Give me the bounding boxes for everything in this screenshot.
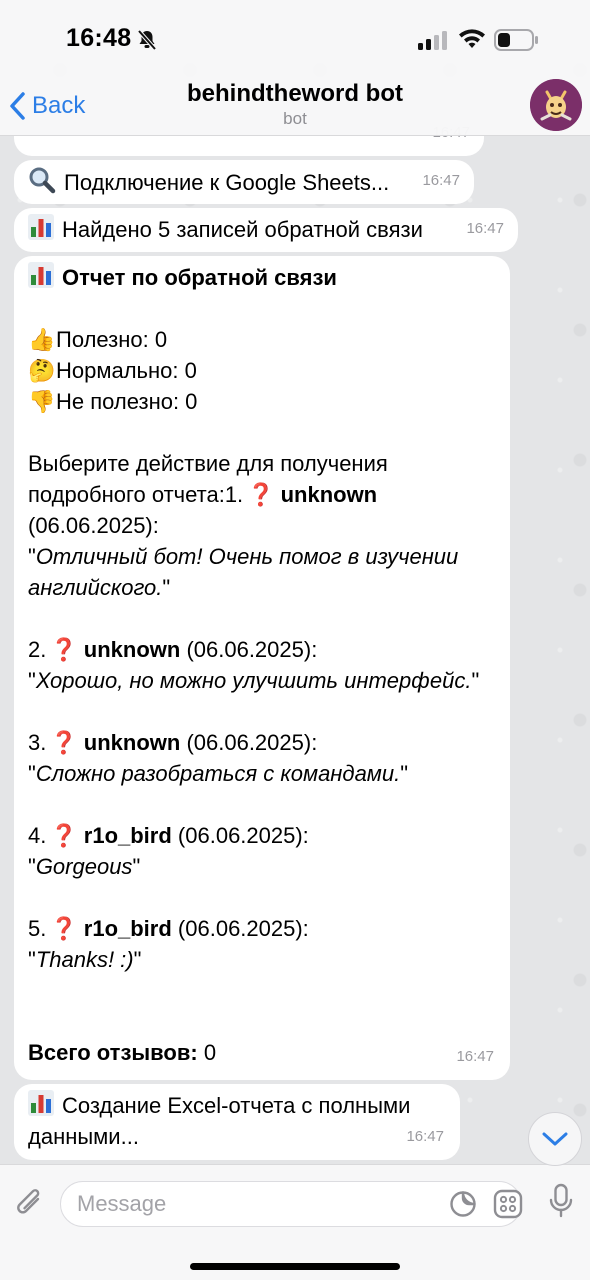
message-text-cont: данными... xyxy=(28,1124,139,1149)
message-text: Создание Excel-отчета с полными xyxy=(62,1093,411,1118)
microphone-icon[interactable] xyxy=(548,1183,574,1221)
thumbs-up-icon: 👍 xyxy=(28,327,56,352)
status-time: 16:48 xyxy=(66,24,132,52)
entry-4-header: 4. ❓ r1o_bird (06.06.2025): xyxy=(28,823,309,848)
chat-title: behindtheword bot xyxy=(187,80,403,107)
message-text: Найдено 5 записей обратной связи xyxy=(62,217,423,242)
scroll-down-button[interactable] xyxy=(528,1112,582,1166)
bar-chart-icon xyxy=(28,262,54,288)
thumbs-down-icon: 👎 xyxy=(28,389,56,414)
battery-icon xyxy=(494,29,538,51)
entry-3-header: 3. ❓ unknown (06.06.2025): xyxy=(28,730,318,755)
count-normal: 🤔Нормально: 0 xyxy=(28,355,504,386)
bell-slash-icon xyxy=(137,29,157,51)
entry-3-quote: "Сложно разобраться с командами." xyxy=(28,761,409,786)
report-title: Отчет по обратной связи xyxy=(62,265,337,290)
prompt-line: Выберите действие для получения xyxy=(28,451,388,476)
count-not-useful: 👎Не полезно: 0 xyxy=(28,386,504,417)
question-mark-icon: ❓ xyxy=(50,730,78,755)
entry-4-quote: "Gorgeous" xyxy=(28,854,141,879)
entry-1-quote: "Отличный бот! Очень помог в изучении xyxy=(28,544,459,569)
input-bar xyxy=(0,1164,590,1280)
entry-2-quote: "Хорошо, но можно улучшить интерфейс." xyxy=(28,668,480,693)
magnifier-icon xyxy=(29,167,56,194)
message-time: 16:47 xyxy=(456,1048,494,1065)
chat-subtitle: bot xyxy=(283,109,307,128)
home-indicator xyxy=(190,1263,400,1270)
question-mark-icon: ❓ xyxy=(50,637,78,662)
commands-icon[interactable] xyxy=(493,1189,523,1219)
message-time: 16:47 xyxy=(466,220,504,237)
entry-5-header: 5. ❓ r1o_bird (06.06.2025): xyxy=(28,916,309,941)
message-bubble-found: Найдено 5 записей обратной связи 16:47 xyxy=(14,208,518,252)
question-mark-icon: ❓ xyxy=(50,823,78,848)
total-line: Всего отзывов: 0 xyxy=(28,1040,217,1065)
entry-5-quote: "Thanks! :)" xyxy=(28,947,142,972)
bar-chart-icon xyxy=(28,1090,54,1116)
bar-chart-icon xyxy=(28,214,54,240)
message-text: Подключение к Google Sheets... xyxy=(64,170,390,195)
message-bubble-sheets: Подключение к Google Sheets... 16:47 xyxy=(14,160,474,204)
bot-avatar-icon xyxy=(530,79,582,131)
avatar[interactable] xyxy=(530,79,582,131)
question-mark-icon: ❓ xyxy=(247,482,275,507)
entry-1-header: подробного отчета:1. ❓ unknown xyxy=(28,482,378,507)
entry-1-date: (06.06.2025): xyxy=(28,513,159,538)
message-bubble-excel: Создание Excel-отчета с полными данными.… xyxy=(14,1084,460,1160)
wifi-icon xyxy=(459,29,485,48)
message-input[interactable] xyxy=(77,1182,437,1226)
attach-icon[interactable] xyxy=(14,1187,46,1221)
message-field xyxy=(60,1181,523,1227)
sticker-icon[interactable] xyxy=(449,1190,477,1218)
message-bubble-report: Отчет по обратной связи 👍Полезно: 0 🤔Нор… xyxy=(14,256,510,1080)
entry-2-header: 2. ❓ unknown (06.06.2025): xyxy=(28,637,318,662)
message-time: 16:47 xyxy=(406,1128,444,1145)
signal-icon xyxy=(418,31,447,50)
question-mark-icon: ❓ xyxy=(50,916,78,941)
count-useful: 👍Полезно: 0 xyxy=(28,324,504,355)
thinking-face-icon: 🤔 xyxy=(28,358,56,383)
entry-1-quote-cont: английского." xyxy=(28,575,171,600)
message-time: 16:47 xyxy=(422,172,460,189)
chevron-down-icon xyxy=(542,1132,568,1146)
report-title-line: Отчет по обратной связи xyxy=(28,262,504,293)
top-bar: 16:48 Back behindtheword bot bot xyxy=(0,0,590,136)
